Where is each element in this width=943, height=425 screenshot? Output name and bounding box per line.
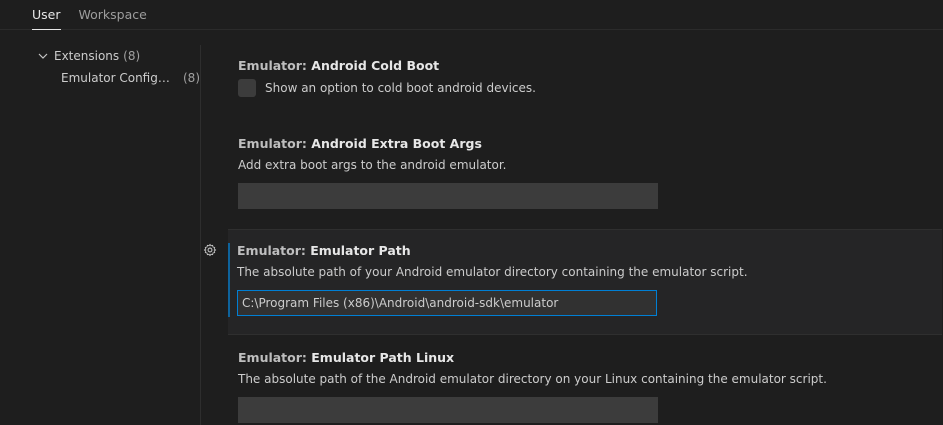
setting-title: Emulator: Android Extra Boot Args — [238, 136, 943, 152]
toc-group-extensions[interactable]: Extensions (8) — [0, 45, 200, 67]
focus-indicator — [228, 243, 230, 317]
setting-title: Emulator: Android Cold Boot — [238, 58, 943, 74]
extra-boot-args-input[interactable] — [238, 183, 658, 209]
setting-title: Emulator: Emulator Path Linux — [238, 350, 943, 366]
toc-group-count: (8) — [123, 49, 141, 63]
setting-category: Emulator: — [238, 350, 312, 365]
settings-toc: Extensions (8) Emulator Configur... (8) — [0, 45, 200, 425]
toc-item-label: Emulator Configur... — [61, 71, 177, 85]
setting-android-cold-boot: Emulator: Android Cold Boot Show an opti… — [229, 45, 943, 115]
settings-editor: User Workspace Extensions (8) Emulator C… — [0, 0, 943, 425]
setting-description: The absolute path of your Android emulat… — [237, 265, 748, 279]
setting-name: Android Extra Boot Args — [311, 136, 482, 151]
setting-description: The absolute path of the Android emulato… — [238, 372, 827, 386]
setting-category: Emulator: — [238, 136, 312, 151]
checkbox-row: Show an option to cold boot android devi… — [238, 79, 943, 97]
cold-boot-checkbox[interactable] — [238, 79, 256, 97]
toc-item-emulator-configuration[interactable]: Emulator Configur... (8) — [0, 67, 200, 89]
setting-emulator-path-linux: Emulator: Emulator Path Linux The absolu… — [229, 337, 943, 425]
scope-tabs: User Workspace — [0, 0, 943, 30]
settings-list: Emulator: Android Cold Boot Show an opti… — [201, 45, 943, 425]
setting-category: Emulator: — [238, 58, 312, 73]
setting-android-extra-boot-args: Emulator: Android Extra Boot Args Add ex… — [229, 123, 943, 223]
tab-workspace[interactable]: Workspace — [71, 0, 155, 29]
toc-item-count: (8) — [183, 71, 200, 85]
setting-name: Emulator Path — [310, 243, 411, 258]
gear-icon[interactable] — [202, 242, 218, 258]
setting-name: Android Cold Boot — [311, 58, 440, 73]
emulator-path-input[interactable] — [237, 290, 657, 316]
toc-group-label: Extensions — [54, 49, 120, 63]
setting-emulator-path: Emulator: Emulator Path The absolute pat… — [203, 229, 942, 335]
setting-category: Emulator: — [237, 243, 311, 258]
tab-user[interactable]: User — [24, 0, 69, 30]
checkbox-label: Show an option to cold boot android devi… — [265, 81, 536, 95]
setting-name: Emulator Path Linux — [311, 350, 455, 365]
emulator-path-linux-input[interactable] — [238, 397, 658, 423]
setting-description: Add extra boot args to the android emula… — [238, 158, 507, 172]
setting-title: Emulator: Emulator Path — [237, 243, 942, 259]
chevron-down-icon — [36, 49, 50, 63]
